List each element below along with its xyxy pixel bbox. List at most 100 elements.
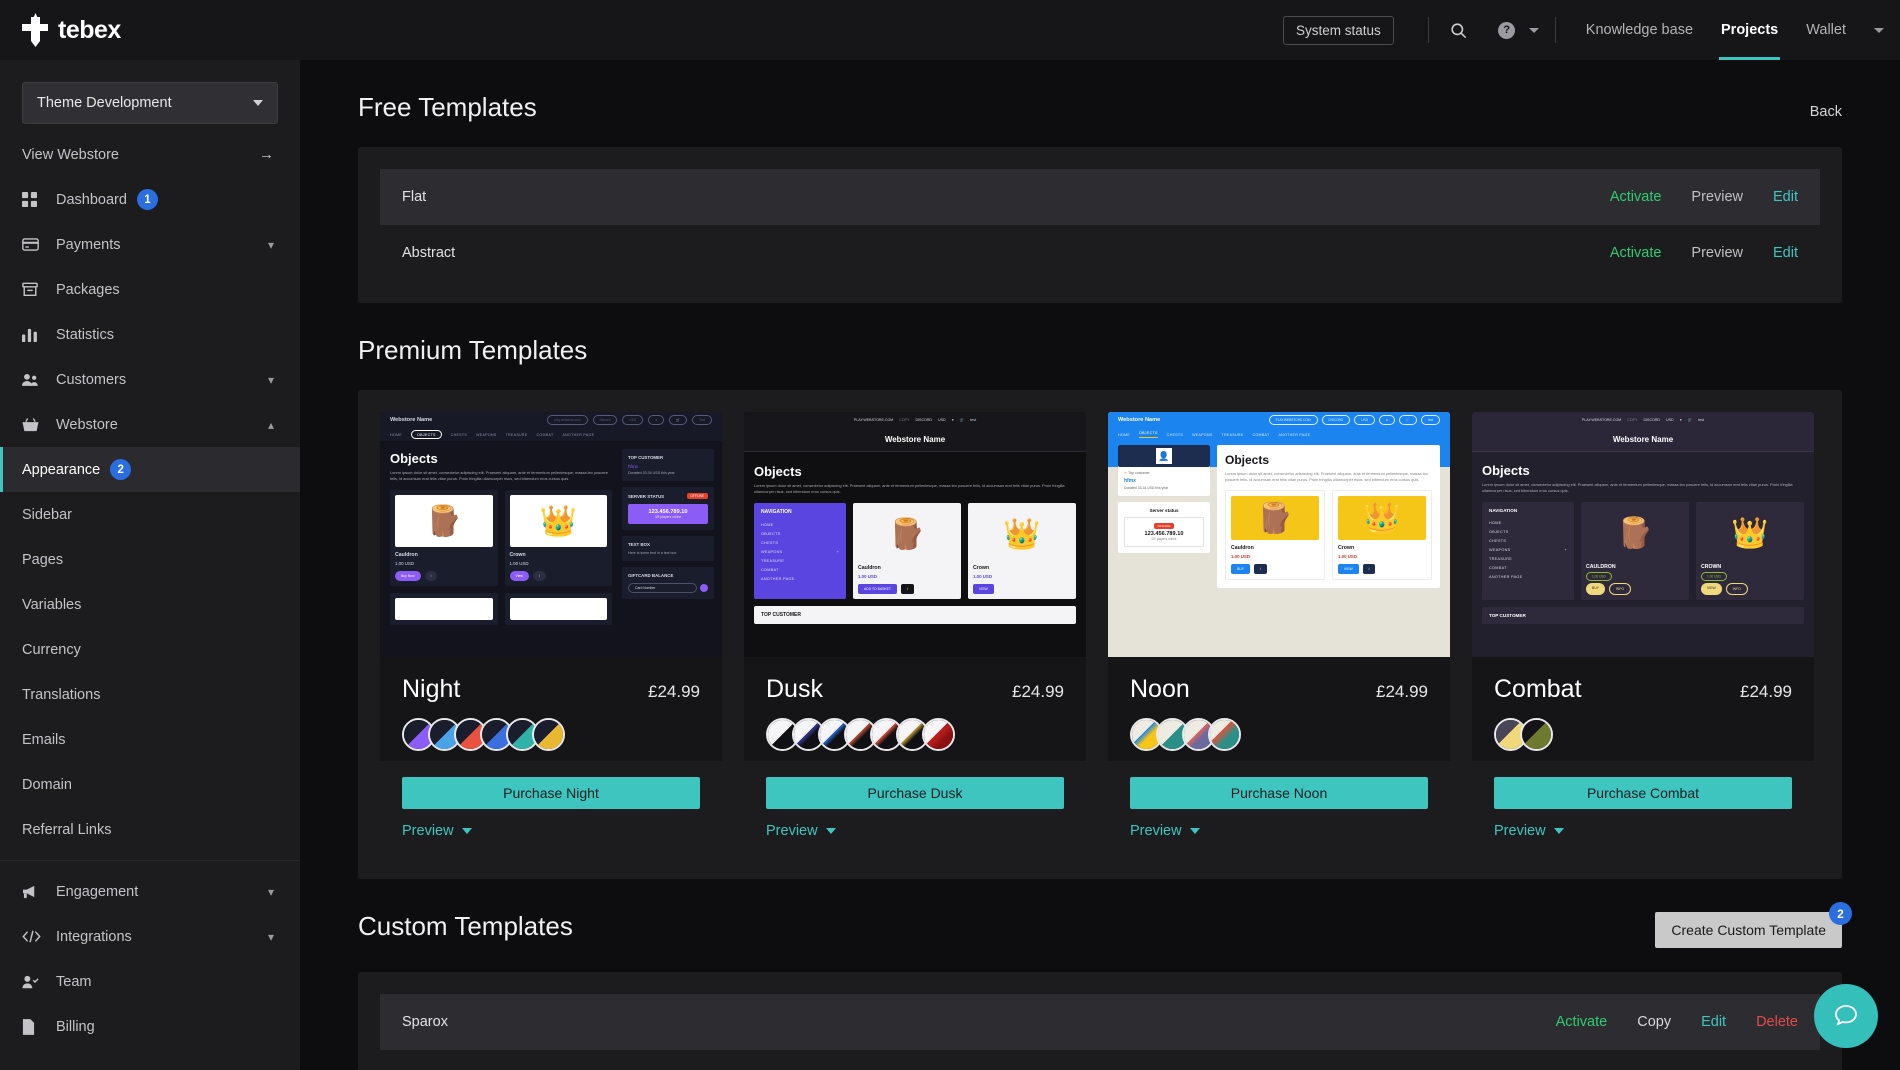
thumb-widget-note: Card Number: [628, 583, 697, 593]
activate-link[interactable]: Activate: [1556, 1014, 1608, 1030]
tebex-logo-text: tebex: [58, 15, 121, 44]
table-row[interactable]: Abstract Activate Preview Edit: [380, 225, 1820, 281]
project-selector[interactable]: Theme Development: [22, 82, 278, 124]
sidebar-item-sidebar[interactable]: Sidebar: [0, 492, 300, 537]
code-icon: [22, 930, 44, 943]
edit-link[interactable]: Edit: [1701, 1014, 1726, 1030]
thumb-user: test: [970, 418, 977, 422]
copy-link[interactable]: Copy: [1637, 1014, 1671, 1030]
thumb-widget-note: Donated 33.34 USD this year: [1124, 486, 1169, 490]
sidebar-item-billing[interactable]: Billing: [0, 1004, 300, 1049]
create-custom-template-button[interactable]: Create Custom Template: [1655, 912, 1842, 948]
sidebar-item-label: Domain: [22, 776, 72, 793]
template-card-combat[interactable]: PLAY.WEBSTORE.COM COPY DISCORD USD ● 🛒 te…: [1472, 412, 1814, 857]
sidebar-badge: 1: [136, 189, 158, 210]
color-swatch[interactable]: [1208, 718, 1241, 751]
bar-chart-icon: [22, 327, 44, 342]
template-card-night[interactable]: Webstore Name play.webstore.com Discord …: [380, 412, 722, 857]
nav-link-projects[interactable]: Projects: [1707, 0, 1792, 60]
edit-link[interactable]: Edit: [1773, 245, 1798, 261]
sidebar-item-domain[interactable]: Domain: [0, 762, 300, 807]
purchase-button[interactable]: Purchase Noon: [1130, 777, 1428, 809]
sidebar-item-variables[interactable]: Variables: [0, 582, 300, 627]
free-templates-panel: Flat Activate Preview Edit Abstract Acti…: [358, 147, 1842, 303]
sidebar-item-customers[interactable]: Customers ▾: [0, 357, 300, 402]
thumb-product-name: Crown: [1338, 545, 1355, 551]
table-row[interactable]: Flat Activate Preview Edit: [380, 169, 1820, 225]
sidebar-item-label: Engagement: [56, 883, 139, 900]
sidebar-item-label: Packages: [56, 281, 120, 298]
thumb-currency: USD: [938, 418, 946, 422]
chevron-down-icon[interactable]: [1528, 27, 1539, 33]
template-thumbnail[interactable]: Webstore Name play.webstore.com Discord …: [380, 412, 722, 657]
sidebar-item-payments[interactable]: Payments ▾: [0, 222, 300, 267]
sidebar-item-webstore[interactable]: Webstore ▴: [0, 402, 300, 447]
color-swatch[interactable]: [532, 718, 565, 751]
card-icon: [22, 238, 44, 251]
nav-link-wallet[interactable]: Wallet: [1792, 0, 1860, 60]
preview-dropdown[interactable]: Preview: [1494, 823, 1792, 839]
chevron-down-icon: ▾: [267, 372, 274, 387]
row-actions: Activate Copy Edit Delete: [1556, 1014, 1798, 1030]
tebex-logo[interactable]: tebex: [0, 13, 300, 47]
preview-link[interactable]: Preview: [1691, 189, 1743, 205]
color-swatch[interactable]: [922, 718, 955, 751]
thumb-product-button-2: INFO: [1725, 583, 1748, 595]
template-thumbnail[interactable]: PLAY.WEBSTORE.COM COPY DISCORD USD ● 🛒 te…: [744, 412, 1086, 657]
template-thumbnail[interactable]: PLAY.WEBSTORE.COM COPY DISCORD USD ● 🛒 te…: [1472, 412, 1814, 657]
chevron-up-icon: ▴: [267, 417, 274, 432]
table-row[interactable]: Sparox Activate Copy Edit Delete: [380, 994, 1820, 1050]
section-title: Custom Templates: [358, 911, 573, 941]
sidebar-item-statistics[interactable]: Statistics: [0, 312, 300, 357]
top-bar-right: System status ? Knowledge base Projects …: [1283, 0, 1900, 60]
thumb-product-button: BUY: [1586, 583, 1605, 595]
back-link[interactable]: Back: [1810, 104, 1842, 120]
template-thumbnail[interactable]: Webstore Name PLAY.WEBSTORE.COM DISCORD …: [1108, 412, 1450, 657]
sidebar-item-packages[interactable]: Packages: [0, 267, 300, 312]
sidebar-item-view-webstore[interactable]: View Webstore →: [0, 132, 300, 177]
preview-dropdown[interactable]: Preview: [766, 823, 1064, 839]
sidebar-item-engagement[interactable]: Engagement ▾: [0, 869, 300, 914]
page-title: Free Templates: [358, 92, 537, 122]
thumb-user: test: [1698, 418, 1705, 422]
sidebar-item-label: Team: [56, 973, 92, 990]
color-swatch[interactable]: [1520, 718, 1553, 751]
activate-link[interactable]: Activate: [1610, 189, 1662, 205]
thumb-discord: Discord: [592, 415, 618, 425]
preview-link[interactable]: Preview: [1691, 245, 1743, 261]
purchase-button[interactable]: Purchase Dusk: [766, 777, 1064, 809]
delete-link[interactable]: Delete: [1756, 1014, 1798, 1030]
sidebar-item-pages[interactable]: Pages: [0, 537, 300, 582]
sidebar-item-referral-links[interactable]: Referral Links: [0, 807, 300, 852]
sidebar-item-dashboard[interactable]: Dashboard 1: [0, 177, 300, 222]
preview-dropdown[interactable]: Preview: [402, 823, 700, 839]
nav-link-knowledge-base[interactable]: Knowledge base: [1572, 0, 1707, 60]
template-card-noon[interactable]: Webstore Name PLAY.WEBSTORE.COM DISCORD …: [1108, 412, 1450, 857]
template-card-dusk[interactable]: PLAY.WEBSTORE.COM COPY DISCORD USD ● 🛒 te…: [744, 412, 1086, 857]
system-status-button[interactable]: System status: [1283, 15, 1394, 45]
sidebar-item-currency[interactable]: Currency: [0, 627, 300, 672]
preview-dropdown[interactable]: Preview: [1130, 823, 1428, 839]
sidebar-item-translations[interactable]: Translations: [0, 672, 300, 717]
chevron-down-icon: [1553, 828, 1564, 834]
sidebar-item-integrations[interactable]: Integrations ▾: [0, 914, 300, 959]
thumb-product-name: Crown: [509, 552, 526, 558]
section-title: Premium Templates: [358, 335, 588, 365]
activate-link[interactable]: Activate: [1610, 245, 1662, 261]
thumb-product-name: Cauldron: [858, 565, 881, 571]
purchase-button[interactable]: Purchase Combat: [1494, 777, 1792, 809]
thumb-product-button: Buy Now: [395, 571, 421, 581]
template-card-grid: Webstore Name play.webstore.com Discord …: [380, 412, 1820, 857]
chat-bubble-icon[interactable]: [1814, 984, 1878, 1048]
sidebar-item-team[interactable]: Team: [0, 959, 300, 1004]
sidebar-item-emails[interactable]: Emails: [0, 717, 300, 762]
sidebar: Theme Development View Webstore → Dashbo…: [0, 60, 300, 1070]
edit-link[interactable]: Edit: [1773, 189, 1798, 205]
thumb-heading: Objects: [1482, 463, 1530, 478]
account-chevron-down-icon[interactable]: [1874, 27, 1884, 33]
search-icon[interactable]: [1445, 16, 1473, 44]
help-circle-icon[interactable]: ?: [1493, 16, 1521, 44]
purchase-button[interactable]: Purchase Night: [402, 777, 700, 809]
template-name: Night: [402, 675, 461, 703]
sidebar-item-appearance[interactable]: Appearance 2: [0, 447, 300, 492]
